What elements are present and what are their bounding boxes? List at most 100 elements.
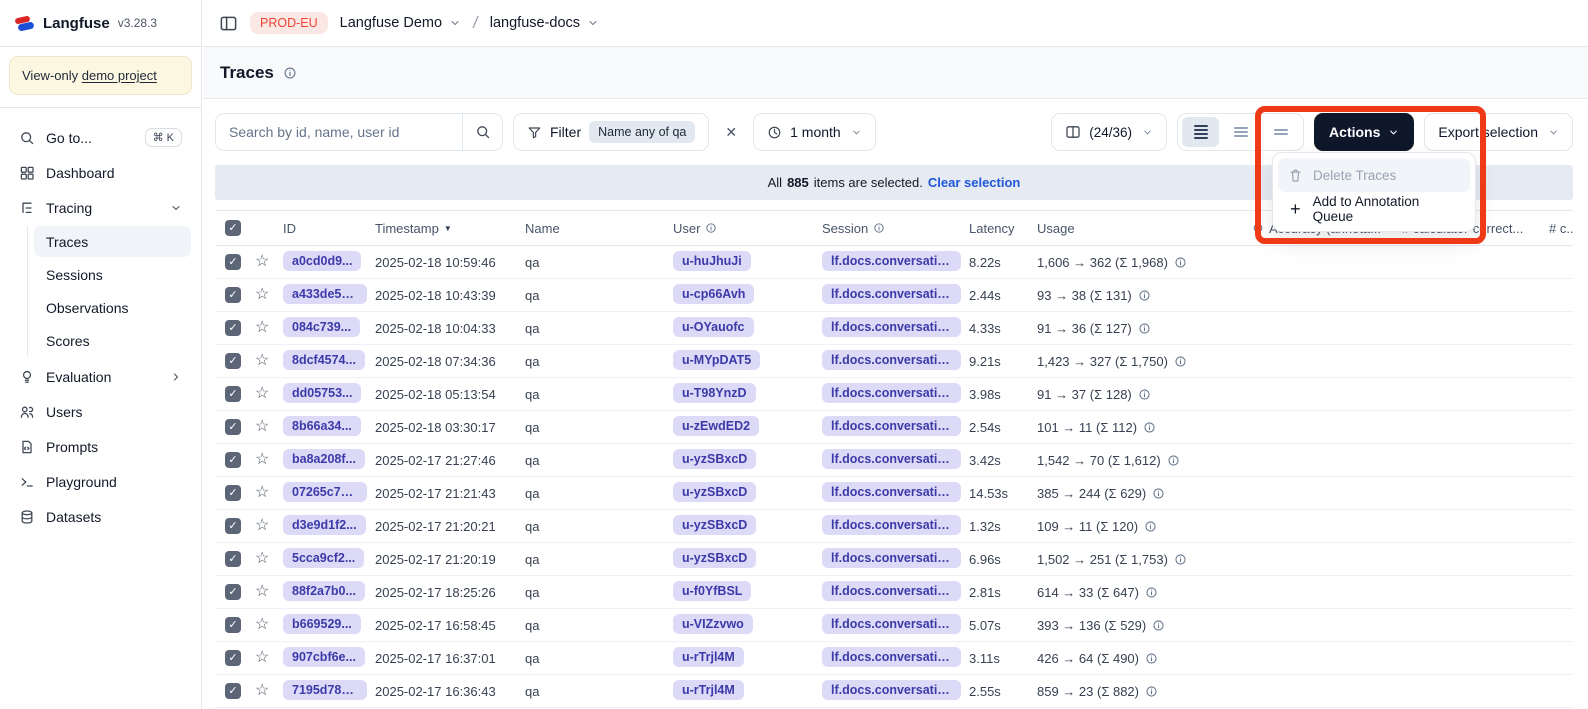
search-submit[interactable]: [462, 114, 502, 150]
info-icon[interactable]: [1145, 652, 1158, 665]
trace-id-badge[interactable]: ba8a208f...: [283, 449, 365, 469]
sidebar-item-tracing[interactable]: Tracing: [10, 191, 191, 224]
bookmark-star-icon[interactable]: ☆: [255, 650, 269, 666]
trace-id-badge[interactable]: dd05753...: [283, 383, 361, 403]
info-icon[interactable]: [1152, 619, 1165, 632]
bookmark-star-icon[interactable]: ☆: [255, 617, 269, 633]
row-checkbox[interactable]: ✓: [225, 518, 241, 534]
session-badge[interactable]: lf.docs.conversation...: [822, 251, 961, 271]
sidebar-toggle-icon[interactable]: [219, 14, 238, 33]
user-badge[interactable]: u-zEwdED2: [673, 416, 759, 436]
bookmark-star-icon[interactable]: ☆: [255, 485, 269, 501]
clear-selection-link[interactable]: Clear selection: [928, 175, 1021, 190]
column-header-latency[interactable]: Latency: [969, 221, 1037, 236]
row-checkbox[interactable]: ✓: [225, 584, 241, 600]
row-height-small-button[interactable]: [1182, 117, 1219, 147]
table-row[interactable]: ✓ ☆ a0cd0d9... 2025-02-18 10:59:46 qa u-…: [215, 246, 1573, 279]
row-checkbox[interactable]: ✓: [225, 287, 241, 303]
search-input[interactable]: [216, 114, 462, 150]
table-row[interactable]: ✓ ☆ a433de51... 2025-02-18 10:43:39 qa u…: [215, 279, 1573, 312]
filter-button[interactable]: Filter Name any of qa: [513, 113, 709, 151]
info-icon[interactable]: [283, 66, 297, 80]
trace-id-badge[interactable]: d3e9d1f2...: [283, 515, 366, 535]
session-badge[interactable]: lf.docs.conversation...: [822, 581, 961, 601]
sidebar-item-sessions[interactable]: Sessions: [34, 259, 191, 290]
user-badge[interactable]: u-yzSBxcD: [673, 449, 756, 469]
export-selection-button[interactable]: Export selection: [1424, 113, 1573, 151]
info-icon[interactable]: [1152, 487, 1165, 500]
sidebar-item-traces[interactable]: Traces: [34, 226, 191, 257]
trace-id-badge[interactable]: 88f2a7b0...: [283, 581, 365, 601]
sidebar-item-observations[interactable]: Observations: [34, 292, 191, 323]
table-row[interactable]: ✓ ☆ 5cca9cf2... 2025-02-17 21:20:19 qa u…: [215, 543, 1573, 576]
table-row[interactable]: ✓ ☆ 07265c7a... 2025-02-17 21:21:43 qa u…: [215, 477, 1573, 510]
trace-id-badge[interactable]: a0cd0d9...: [283, 251, 361, 271]
select-all-checkbox[interactable]: ✓: [225, 220, 241, 236]
session-badge[interactable]: lf.docs.conversation...: [822, 284, 961, 304]
bookmark-star-icon[interactable]: ☆: [255, 386, 269, 402]
session-badge[interactable]: lf.docs.conversation...: [822, 515, 961, 535]
user-badge[interactable]: u-VIZzvwo: [673, 614, 753, 634]
row-checkbox[interactable]: ✓: [225, 320, 241, 336]
bookmark-star-icon[interactable]: ☆: [255, 419, 269, 435]
bookmark-star-icon[interactable]: ☆: [255, 683, 269, 699]
user-badge[interactable]: u-MYpDAT5: [673, 350, 760, 370]
bookmark-star-icon[interactable]: ☆: [255, 551, 269, 567]
trace-id-badge[interactable]: 907cbf6e...: [283, 647, 365, 667]
sidebar-item-users[interactable]: Users: [10, 395, 191, 428]
sidebar-item-goto[interactable]: Go to... ⌘ K: [10, 121, 191, 154]
session-badge[interactable]: lf.docs.conversation...: [822, 647, 961, 667]
project-switcher[interactable]: langfuse-docs: [490, 15, 599, 31]
user-badge[interactable]: u-cp66Avh: [673, 284, 754, 304]
table-row[interactable]: ✓ ☆ 7195d78e... 2025-02-17 16:36:43 qa u…: [215, 675, 1573, 708]
info-icon[interactable]: [1143, 421, 1156, 434]
bookmark-star-icon[interactable]: ☆: [255, 353, 269, 369]
sidebar-item-dashboard[interactable]: Dashboard: [10, 156, 191, 189]
trace-id-badge[interactable]: 8b66a34...: [283, 416, 361, 436]
info-icon[interactable]: [1138, 388, 1151, 401]
info-icon[interactable]: [1167, 454, 1180, 467]
row-checkbox[interactable]: ✓: [225, 485, 241, 501]
row-checkbox[interactable]: ✓: [225, 386, 241, 402]
table-row[interactable]: ✓ ☆ 8dcf4574... 2025-02-18 07:34:36 qa u…: [215, 345, 1573, 378]
column-header-name[interactable]: Name: [525, 221, 673, 236]
user-badge[interactable]: u-huJhuJi: [673, 251, 751, 271]
clear-filter-button[interactable]: ✕: [719, 124, 743, 141]
bookmark-star-icon[interactable]: ☆: [255, 320, 269, 336]
column-header-timestamp[interactable]: Timestamp▼: [375, 221, 525, 236]
user-badge[interactable]: u-rTrjl4M: [673, 647, 744, 667]
table-row[interactable]: ✓ ☆ 88f2a7b0... 2025-02-17 18:25:26 qa u…: [215, 576, 1573, 609]
user-badge[interactable]: u-OYauofc: [673, 317, 754, 337]
column-header-session[interactable]: Session: [822, 221, 969, 236]
table-row[interactable]: ✓ ☆ 8b66a34... 2025-02-18 03:30:17 qa u-…: [215, 411, 1573, 444]
row-checkbox[interactable]: ✓: [225, 551, 241, 567]
user-badge[interactable]: u-f0YfBSL: [673, 581, 751, 601]
trace-id-badge[interactable]: 084c739...: [283, 317, 360, 337]
sidebar-item-prompts[interactable]: Prompts: [10, 430, 191, 463]
session-badge[interactable]: lf.docs.conversation...: [822, 548, 961, 568]
row-checkbox[interactable]: ✓: [225, 617, 241, 633]
bookmark-star-icon[interactable]: ☆: [255, 287, 269, 303]
session-badge[interactable]: lf.docs.conversation...: [822, 680, 961, 700]
menu-item-add-to-annotation-queue[interactable]: + Add to Annotation Queue: [1278, 192, 1470, 226]
session-badge[interactable]: lf.docs.conversation...: [822, 614, 961, 634]
table-row[interactable]: ✓ ☆ b669529... 2025-02-17 16:58:45 qa u-…: [215, 609, 1573, 642]
info-icon[interactable]: [1138, 322, 1151, 335]
info-icon[interactable]: [1144, 520, 1157, 533]
trace-id-badge[interactable]: a433de51...: [283, 284, 367, 304]
user-badge[interactable]: u-rTrjl4M: [673, 680, 744, 700]
column-visibility-button[interactable]: (24/36): [1051, 113, 1167, 151]
row-checkbox[interactable]: ✓: [225, 254, 241, 270]
session-badge[interactable]: lf.docs.conversation...: [822, 482, 961, 502]
column-header-usage[interactable]: Usage: [1037, 221, 1252, 236]
demo-project-link[interactable]: demo project: [82, 68, 157, 83]
bookmark-star-icon[interactable]: ☆: [255, 452, 269, 468]
info-icon[interactable]: [873, 222, 885, 234]
trace-id-badge[interactable]: 7195d78e...: [283, 680, 367, 700]
user-badge[interactable]: u-yzSBxcD: [673, 515, 756, 535]
sidebar-item-playground[interactable]: Playground: [10, 465, 191, 498]
session-badge[interactable]: lf.docs.conversation...: [822, 317, 961, 337]
actions-button[interactable]: Actions: [1314, 113, 1414, 151]
column-header-c[interactable]: # c...: [1549, 221, 1573, 236]
info-icon[interactable]: [1174, 256, 1187, 269]
